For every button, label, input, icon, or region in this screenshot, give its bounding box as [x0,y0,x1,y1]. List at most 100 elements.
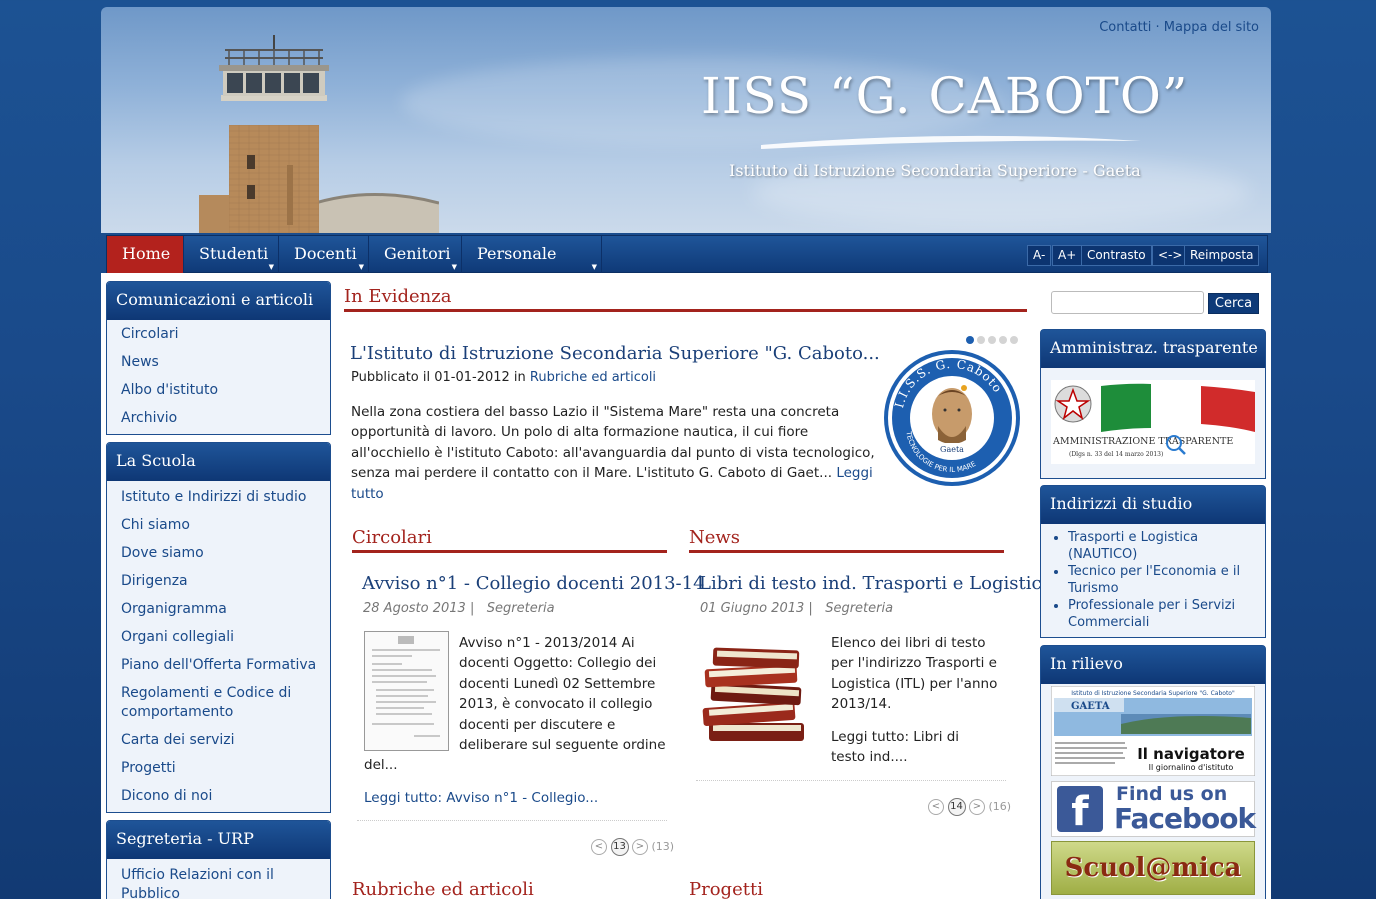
pager-prev-button[interactable]: < [928,799,944,815]
top-links-separator: · [1155,20,1164,35]
news-date: 01 Giugno 2013 [700,601,805,616]
circolare-read-more[interactable]: Leggi tutto: Avviso n°1 - Collegio... [364,790,598,806]
sidebar-item-dove-siamo[interactable]: Dove siamo [121,544,330,563]
box-amministrazione-trasparente: Amministraz. trasparente AMMINISTRAZIONE… [1040,329,1266,479]
reset-button[interactable]: Reimposta [1184,245,1260,266]
school-seal-logo[interactable]: I.I.S.S. G. Caboto TECNOLOGIE PER IL MAR… [882,348,1022,488]
sidebar-item-carta-servizi[interactable]: Carta dei servizi [121,731,330,750]
indirizzo-item-professionale[interactable]: Professionale per i Servizi Commerciali [1068,597,1265,631]
mappa-del-sito-link[interactable]: Mappa del sito [1164,20,1259,35]
nav-genitori[interactable]: Genitori ▼ [369,236,462,274]
nav-personale-ata[interactable]: Personale ATA▼ [462,236,602,299]
navigatore-city-text: GAETA [1071,701,1110,712]
pager-current[interactable]: 14 [947,798,966,816]
news-read-more[interactable]: Leggi tutto: Libri di testo ind.... [831,727,981,768]
featured-date: Pubblicato il 01-01-2012 in [351,370,526,385]
top-links: Contatti · Mappa del sito [1099,20,1259,35]
slider-dot[interactable] [977,336,985,344]
slider-dot[interactable] [966,336,974,344]
search-button[interactable]: Cerca [1208,293,1259,314]
sidebar-item-dicono-di-noi[interactable]: Dicono di noi [121,787,330,806]
circolare-meta: 28 Agosto 2013 | Segreteria [363,601,555,616]
amministrazione-trasparente-banner[interactable]: AMMINISTRAZIONE TRASPARENTE (Dlgs n. 33 … [1051,380,1255,464]
width-toggle-button[interactable]: <-> [1152,245,1189,266]
section-title-progetti: Progetti [689,879,763,899]
navigatore-header-text: Istituto di Istruzione Secondaria Superi… [1071,690,1235,697]
circolari-pager: < 13 > (13) [591,838,674,856]
thumbnail-spacer [364,633,459,753]
main-nav: Home Studenti ▼ Docenti ▼ Genitori ▼ Person… [106,235,1268,299]
search-input[interactable] [1051,291,1204,314]
news-pager: < 14 > (16) [928,798,1011,816]
section-rule [689,550,1004,553]
section-title-circolari: Circolari [352,527,432,548]
box-heading: Amministraz. trasparente [1041,330,1265,368]
facebook-line2: Facebook [1114,802,1256,835]
nav-studenti[interactable]: Studenti ▼ [184,236,279,274]
facebook-banner[interactable]: f Find us on Facebook [1051,781,1256,837]
site-subtitle: Istituto di Istruzione Secondaria Superi… [729,161,1141,180]
sidebar-item-albo[interactable]: Albo d'istituto [121,381,330,400]
circolare-title[interactable]: Avviso n°1 - Collegio docenti 2013-14 [362,573,705,594]
pager-next-button[interactable]: > [969,799,985,815]
font-increase-button[interactable]: A+ [1052,245,1083,266]
navigatore-name-text: Il navigatore [1137,745,1245,763]
divider [357,820,667,821]
news-title[interactable]: Libri di testo ind. Trasporti e Logistic… [699,573,1052,594]
scuolamica-banner[interactable]: Scuol@mica [1051,841,1255,895]
sidebar-item-istituto[interactable]: Istituto e Indirizzi di studio [121,488,330,507]
dropdown-caret-icon: ▼ [451,263,457,271]
sidebar-segreteria: Segreteria - URP Ufficio Relazioni con i… [106,820,331,899]
circolare-category: Segreteria [486,601,555,616]
section-title-rubriche: Rubriche ed articoli [352,879,534,899]
sidebar-item-pof[interactable]: Piano dell'Offerta Formativa [121,656,330,675]
slider-dot[interactable] [1010,336,1018,344]
pager-total: (13) [651,840,675,853]
site-title[interactable]: IISS “G. CABOTO” [701,67,1188,125]
navigatore-sub-text: Il giornalino d'istituto [1149,763,1234,772]
sidebar-item-archivio[interactable]: Archivio [121,409,330,428]
slider-dot[interactable] [999,336,1007,344]
sidebar-item-regolamenti[interactable]: Regolamenti e Codice di comportamento [121,684,311,722]
sidebar-item-progetti[interactable]: Progetti [121,759,330,778]
books-image[interactable] [699,631,819,751]
featured-title[interactable]: L'Istituto di Istruzione Secondaria Supe… [350,343,880,364]
slider-dot[interactable] [988,336,996,344]
indirizzo-item-economia[interactable]: Tecnico per l'Economia e il Turismo [1068,563,1265,597]
section-title-in-evidenza: In Evidenza [344,286,452,307]
content-area: Comunicazioni e articoli Circolari News … [101,273,1271,899]
section-rule [344,309,1027,312]
indirizzo-item-trasporti[interactable]: Trasporti e Logistica (NAUTICO) [1068,529,1265,563]
title-swoosh [761,135,1141,149]
sidebar-item-organigramma[interactable]: Organigramma [121,600,330,619]
sidebar-item-organi-collegiali[interactable]: Organi collegiali [121,628,330,647]
nav-docenti[interactable]: Docenti ▼ [279,236,369,274]
sidebar-item-chi-siamo[interactable]: Chi siamo [121,516,330,535]
sidebar-item-dirigenza[interactable]: Dirigenza [121,572,330,591]
circolare-body-wrap: Avviso n°1 - 2013/2014 Ai docenti Oggett… [364,633,669,776]
sidebar-item-urp[interactable]: Ufficio Relazioni con il Pubblico [121,866,311,899]
sidebar-heading: Segreteria - URP [107,821,330,859]
dropdown-caret-icon: ▼ [358,263,364,271]
divider [696,780,1006,781]
sidebar-comunicazioni: Comunicazioni e articoli Circolari News … [106,281,331,435]
box-indirizzi-di-studio: Indirizzi di studio Trasporti e Logistic… [1040,485,1266,638]
nav-home[interactable]: Home [107,236,184,274]
font-decrease-button[interactable]: A- [1027,245,1052,266]
pager-next-button[interactable]: > [632,839,648,855]
il-navigatore-banner[interactable]: Istituto di Istruzione Secondaria Superi… [1051,686,1255,776]
contrast-button[interactable]: Contrasto [1081,245,1152,266]
featured-category-link[interactable]: Rubriche ed articoli [530,370,656,385]
sidebar-item-news[interactable]: News [121,353,330,372]
news-meta: 01 Giugno 2013 | Segreteria [700,601,894,616]
box-in-rilievo: In rilievo Istituto di Istruzione Second… [1040,645,1266,899]
featured-text: Nella zona costiera del basso Lazio il "… [351,404,875,482]
sidebar-item-circolari[interactable]: Circolari [121,325,330,344]
featured-meta: Pubblicato il 01-01-2012 in Rubriche ed … [351,370,656,385]
pager-current[interactable]: 13 [610,838,629,856]
featured-body: Nella zona costiera del basso Lazio il "… [351,402,876,504]
site-header: Contatti · Mappa del sito IISS “G. CABOT… [101,7,1271,233]
contatti-link[interactable]: Contatti [1099,20,1151,35]
sidebar-heading: La Scuola [107,443,330,481]
pager-prev-button[interactable]: < [591,839,607,855]
